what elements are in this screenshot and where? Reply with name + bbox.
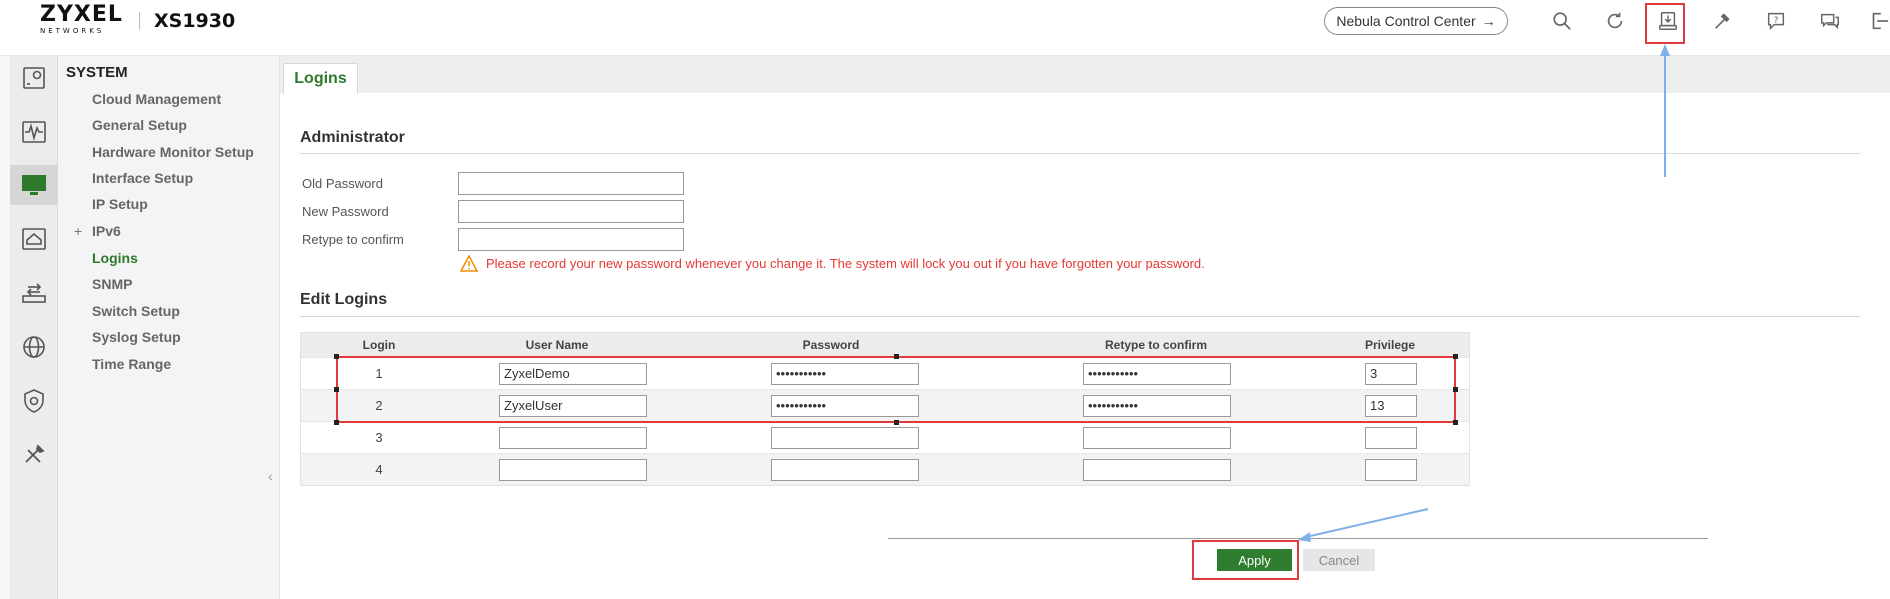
switching-icon[interactable] [10,273,58,313]
arrow-right-icon: → [1481,13,1496,29]
annotation-arrow-apply [1305,508,1429,538]
logout-icon[interactable] [1866,8,1890,34]
column-header-password: Password [802,338,860,352]
sidebar-item-cloud-management[interactable]: Cloud Management [92,91,221,107]
table-row: 4 [301,453,1469,485]
svg-text:?: ? [1774,15,1779,26]
sidebar-item-general-setup[interactable]: General Setup [92,117,187,133]
header-divider [139,12,140,30]
password-warning: Please record your new password whenever… [460,255,1205,272]
column-header-user-name: User Name [525,338,589,352]
column-header-login: Login [362,338,396,352]
edit-logins-title: Edit Logins [300,291,388,308]
sidebar-item-logins[interactable]: Logins [92,250,138,266]
old-password-label: Old Password [302,176,383,191]
table-header: Login User Name Password Retype to confi… [301,333,1469,357]
section-divider [300,153,1860,154]
password-input[interactable] [771,427,919,449]
selection-handle [1453,387,1458,392]
retype-password-input[interactable] [1083,427,1231,449]
highlight-box-save-icon [1645,3,1685,44]
nebula-control-center-button[interactable]: Nebula Control Center → [1324,7,1508,35]
help-icon[interactable]: ? [1763,8,1789,34]
logo-wordmark: ZYXEL [40,2,123,27]
tools-icon[interactable] [1709,8,1735,34]
password-input[interactable] [771,459,919,481]
tab-bar [280,56,1890,93]
section-divider [300,316,1860,317]
sidebar-item-snmp[interactable]: SNMP [92,276,132,292]
selection-handle [1453,420,1458,425]
highlight-box-apply [1192,540,1299,580]
routing-icon[interactable] [10,327,58,367]
feedback-icon[interactable] [1817,8,1843,34]
selection-handle [1453,354,1458,359]
expand-plus-icon[interactable]: + [74,223,82,239]
administrator-title: Administrator [300,129,405,146]
rail-edge [0,56,10,599]
search-icon[interactable] [1549,8,1575,34]
privilege-input[interactable] [1365,459,1417,481]
cancel-button[interactable]: Cancel [1303,549,1375,571]
arrowhead-apply [1298,532,1311,542]
selection-handle [334,420,339,425]
footer-divider [888,538,1708,539]
retype-password-input[interactable] [1083,459,1231,481]
nebula-label: Nebula Control Center [1336,13,1476,29]
model-name: XS1930 [154,10,236,32]
maintenance-icon[interactable] [10,435,58,475]
security-icon[interactable] [10,381,58,421]
retype-password-field[interactable] [458,228,684,251]
sidebar-collapse-icon[interactable]: ‹ [268,468,273,484]
zyxel-logo: ZYXEL NETWORKS [40,4,124,40]
selection-handle [894,420,899,425]
old-password-field[interactable] [458,172,684,195]
column-header-retype: Retype to confirm [1104,338,1207,352]
sidebar-item-switch-setup[interactable]: Switch Setup [92,303,180,319]
sidebar-item-syslog-setup[interactable]: Syslog Setup [92,329,181,345]
login-number: 3 [375,430,383,445]
system-icon[interactable] [10,165,58,205]
monitor-icon[interactable] [10,112,58,152]
sidebar: SYSTEM Cloud Management General Setup Ha… [58,56,280,599]
new-password-label: New Password [302,204,389,219]
sidebar-item-interface-setup[interactable]: Interface Setup [92,170,193,186]
top-header: ZYXEL NETWORKS XS1930 Nebula Control Cen… [0,0,1890,56]
tab-logins[interactable]: Logins [283,63,358,94]
sidebar-item-ipv6[interactable]: IPv6 [92,223,121,239]
sidebar-title: SYSTEM [66,64,128,81]
sidebar-item-ip-setup[interactable]: IP Setup [92,196,148,212]
column-header-privilege: Privilege [1364,338,1416,352]
retype-password-label: Retype to confirm [302,232,404,247]
warning-icon [460,255,478,272]
table-row: 3 [301,421,1469,453]
sidebar-item-hardware-monitor-setup[interactable]: Hardware Monitor Setup [92,144,254,160]
selection-handle [334,354,339,359]
logo-subtitle: NETWORKS [40,27,105,35]
highlight-box-login-rows [334,354,1458,425]
privilege-input[interactable] [1365,427,1417,449]
dashboard-icon[interactable] [10,58,58,98]
user-name-input[interactable] [499,427,647,449]
login-number: 4 [375,462,383,477]
selection-handle [894,354,899,359]
refresh-icon[interactable] [1602,8,1628,34]
warning-text: Please record your new password whenever… [486,256,1205,271]
new-password-field[interactable] [458,200,684,223]
sidebar-item-time-range[interactable]: Time Range [92,356,171,372]
network-icon[interactable] [10,219,58,259]
selection-handle [334,387,339,392]
user-name-input[interactable] [499,459,647,481]
